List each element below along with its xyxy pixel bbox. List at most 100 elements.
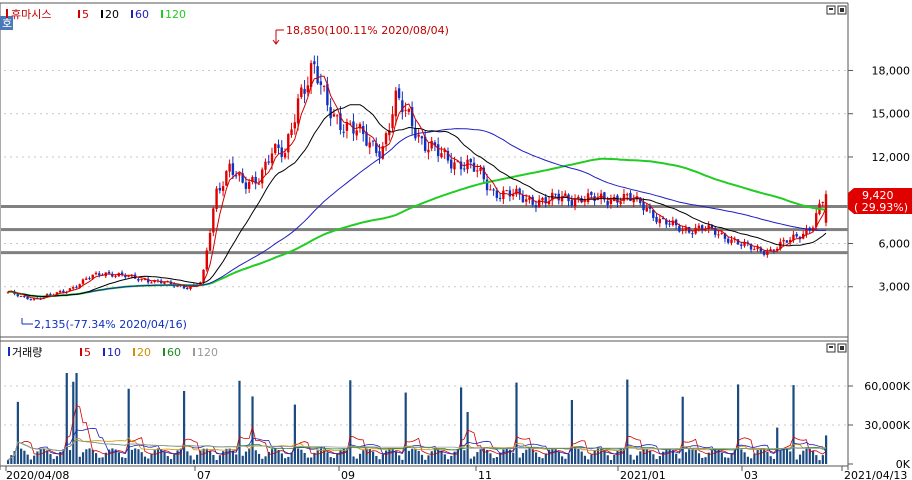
volume-bar <box>378 459 381 464</box>
candle-down <box>244 182 248 189</box>
y-tick-label: 18,000 <box>872 64 911 77</box>
candle-down <box>495 190 499 198</box>
volume-bar <box>433 448 437 464</box>
volume-bar <box>329 457 332 464</box>
candle-up <box>430 140 433 149</box>
candle-up <box>94 272 98 275</box>
candle-up <box>394 90 398 117</box>
candle-up <box>58 290 62 293</box>
legend-swatch-60 <box>131 10 133 18</box>
candle-up <box>85 278 88 280</box>
candle-up <box>205 250 208 270</box>
volume-bar <box>20 448 23 464</box>
stock-title: 휴마시스 <box>11 8 51 21</box>
volume-bar <box>756 450 759 464</box>
volume-title: 거래량 <box>12 346 42 359</box>
candle-up <box>212 208 215 233</box>
volume-bar <box>626 379 629 464</box>
candle-down <box>534 205 538 208</box>
volume-bar <box>789 451 792 464</box>
volume-bar <box>596 448 600 464</box>
stock-chart[interactable]: 호 휴마시스 5 20 60 120 거래량 5 10 20 60 120 18,850(10… <box>0 0 912 480</box>
x-tick-label: 09 <box>341 469 355 480</box>
candle-up <box>355 130 358 136</box>
candle-up <box>274 143 277 154</box>
candle-down <box>414 128 417 139</box>
candle-down <box>606 200 609 206</box>
volume-bar <box>404 392 407 464</box>
volume-bar <box>143 456 147 464</box>
volume-bar <box>352 456 355 464</box>
volume-maximize-icon <box>840 346 844 350</box>
candle-up <box>586 193 590 203</box>
volume-bar <box>574 448 577 464</box>
volume-bar <box>381 454 384 464</box>
volume-bar <box>567 453 570 464</box>
volume-bar <box>16 401 19 464</box>
volume-bar <box>358 453 362 464</box>
volume-bar <box>173 454 176 464</box>
volume-bar <box>349 380 352 464</box>
candle-down <box>554 193 557 195</box>
volume-bar <box>505 448 508 464</box>
volume-bar <box>557 451 560 464</box>
candle-up <box>257 183 261 185</box>
volume-bar <box>130 449 134 464</box>
volume-bar <box>720 452 723 464</box>
volume-bar <box>241 455 244 464</box>
volume-bar <box>688 449 691 464</box>
volume-legend-swatch-10 <box>103 348 105 356</box>
candle-down <box>469 159 472 163</box>
candle-down <box>397 88 401 99</box>
volume-bar <box>297 448 300 464</box>
candle-down <box>420 136 424 139</box>
volume-bar <box>284 458 287 464</box>
volume-bar <box>730 453 733 464</box>
volume-bar <box>68 450 72 464</box>
y-tick-label: 3,000 <box>879 281 911 294</box>
volume-bar <box>782 448 785 464</box>
volume-bar <box>300 449 303 464</box>
volume-bar <box>619 448 622 464</box>
candle-up <box>502 190 505 199</box>
candle-down <box>29 299 33 301</box>
candle-down <box>436 144 440 157</box>
volume-bar <box>147 458 150 464</box>
candle-down <box>450 159 453 169</box>
candle-up <box>127 275 130 277</box>
volume-bar <box>306 457 310 464</box>
volume-bar <box>652 454 655 464</box>
volume-bar <box>561 456 564 464</box>
volume-bar <box>169 459 173 464</box>
candle-down <box>629 192 632 201</box>
volume-bar <box>355 458 358 464</box>
candle-up <box>681 229 684 231</box>
volume-bar <box>613 454 616 464</box>
candle-up <box>306 85 310 93</box>
volume-bar <box>182 390 186 464</box>
candle-down <box>137 279 140 281</box>
candle-up <box>821 201 824 203</box>
volume-bar <box>603 451 606 464</box>
volume-bar <box>375 455 378 464</box>
volume-bar <box>681 396 684 464</box>
candle-down <box>371 140 375 142</box>
volume-bar <box>235 454 238 464</box>
volume-bar <box>502 449 505 464</box>
candle-up <box>290 129 293 135</box>
legend-label-5: 5 <box>82 8 89 21</box>
legend-swatch-20 <box>101 10 103 18</box>
volume-bar <box>466 412 469 464</box>
volume-bar <box>205 448 208 464</box>
candle-up <box>697 225 701 229</box>
candle-down <box>107 271 111 274</box>
volume-bar <box>49 454 52 464</box>
volume-bar <box>802 450 805 464</box>
volume-bar <box>420 454 424 464</box>
volume-bar <box>694 449 697 464</box>
candle-up <box>322 85 326 87</box>
candle-down <box>508 190 512 197</box>
volume-bar <box>753 453 756 464</box>
volume-bar <box>750 458 753 464</box>
volume-bar <box>691 448 694 464</box>
